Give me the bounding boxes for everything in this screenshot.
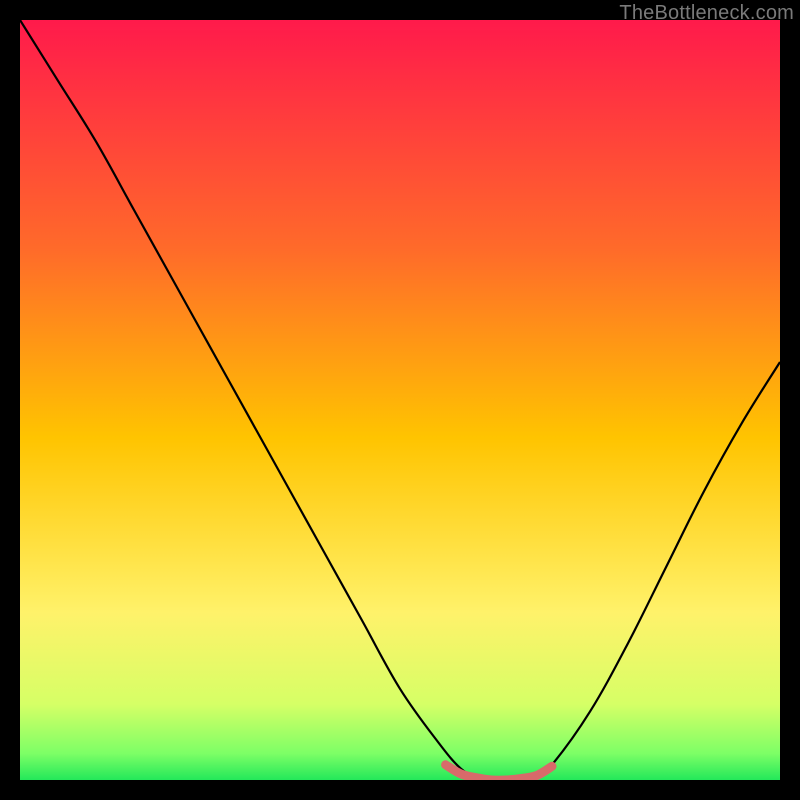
chart-frame: TheBottleneck.com: [0, 0, 800, 800]
chart-svg: [20, 20, 780, 780]
chart-plot-area: [20, 20, 780, 780]
chart-background-gradient: [20, 20, 780, 780]
watermark-text: TheBottleneck.com: [619, 2, 794, 25]
